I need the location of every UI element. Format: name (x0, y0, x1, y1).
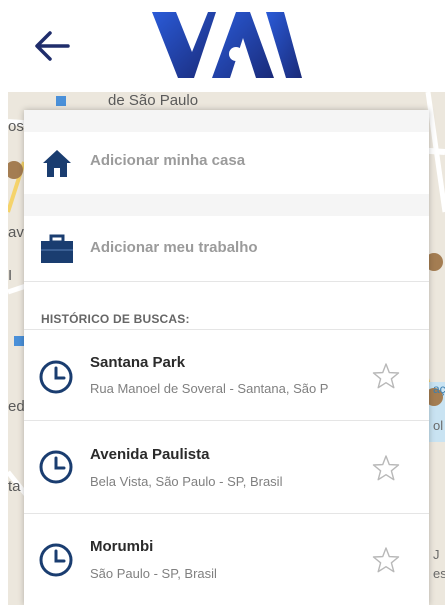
history-item-subtitle: Rua Manoel de Soveral - Santana, São P (90, 381, 329, 396)
star-icon[interactable] (372, 362, 400, 390)
home-icon (43, 150, 71, 177)
clock-icon (39, 450, 73, 484)
history-item[interactable]: Morumbi São Paulo - SP, Brasil (24, 513, 429, 605)
map-label: ol (433, 418, 444, 433)
panel-divider (24, 194, 429, 216)
map-label: de São Paulo (108, 92, 199, 109)
map-label: av (8, 224, 24, 241)
history-item-title: Morumbi (90, 538, 154, 555)
clock-icon (39, 543, 73, 577)
star-icon[interactable] (372, 546, 400, 574)
add-work-shortcut[interactable]: Adicionar meu trabalho (24, 216, 429, 282)
app-logo (152, 12, 302, 78)
map-label: ed (8, 398, 25, 415)
add-home-shortcut[interactable]: Adicionar minha casa (24, 132, 429, 195)
map-label: os (8, 118, 24, 135)
history-item-subtitle: São Paulo - SP, Brasil (90, 566, 217, 581)
history-item[interactable]: Santana Park Rua Manoel de Soveral - San… (24, 330, 429, 421)
search-panel: Adicionar minha casa Adicionar meu traba… (24, 110, 429, 605)
map-label: I (8, 267, 13, 284)
app-header (0, 0, 445, 92)
star-icon[interactable] (372, 454, 400, 482)
map-label: J (433, 547, 440, 562)
briefcase-icon (41, 234, 73, 263)
panel-divider (24, 110, 429, 132)
history-item-title: Santana Park (90, 354, 186, 371)
add-work-label: Adicionar meu trabalho (90, 239, 258, 256)
history-item-subtitle: Bela Vista, São Paulo - SP, Brasil (90, 474, 283, 489)
arrow-left-icon[interactable] (30, 24, 74, 68)
history-heading: HISTÓRICO DE BUSCAS: (41, 312, 190, 326)
map-label: es (433, 566, 445, 581)
map-label: ta (8, 478, 21, 495)
history-item-title: Avenida Paulista (90, 446, 210, 463)
map-label: açã (433, 382, 445, 396)
add-home-label: Adicionar minha casa (90, 152, 246, 169)
history-item[interactable]: Avenida Paulista Bela Vista, São Paulo -… (24, 420, 429, 514)
clock-icon (39, 360, 73, 394)
